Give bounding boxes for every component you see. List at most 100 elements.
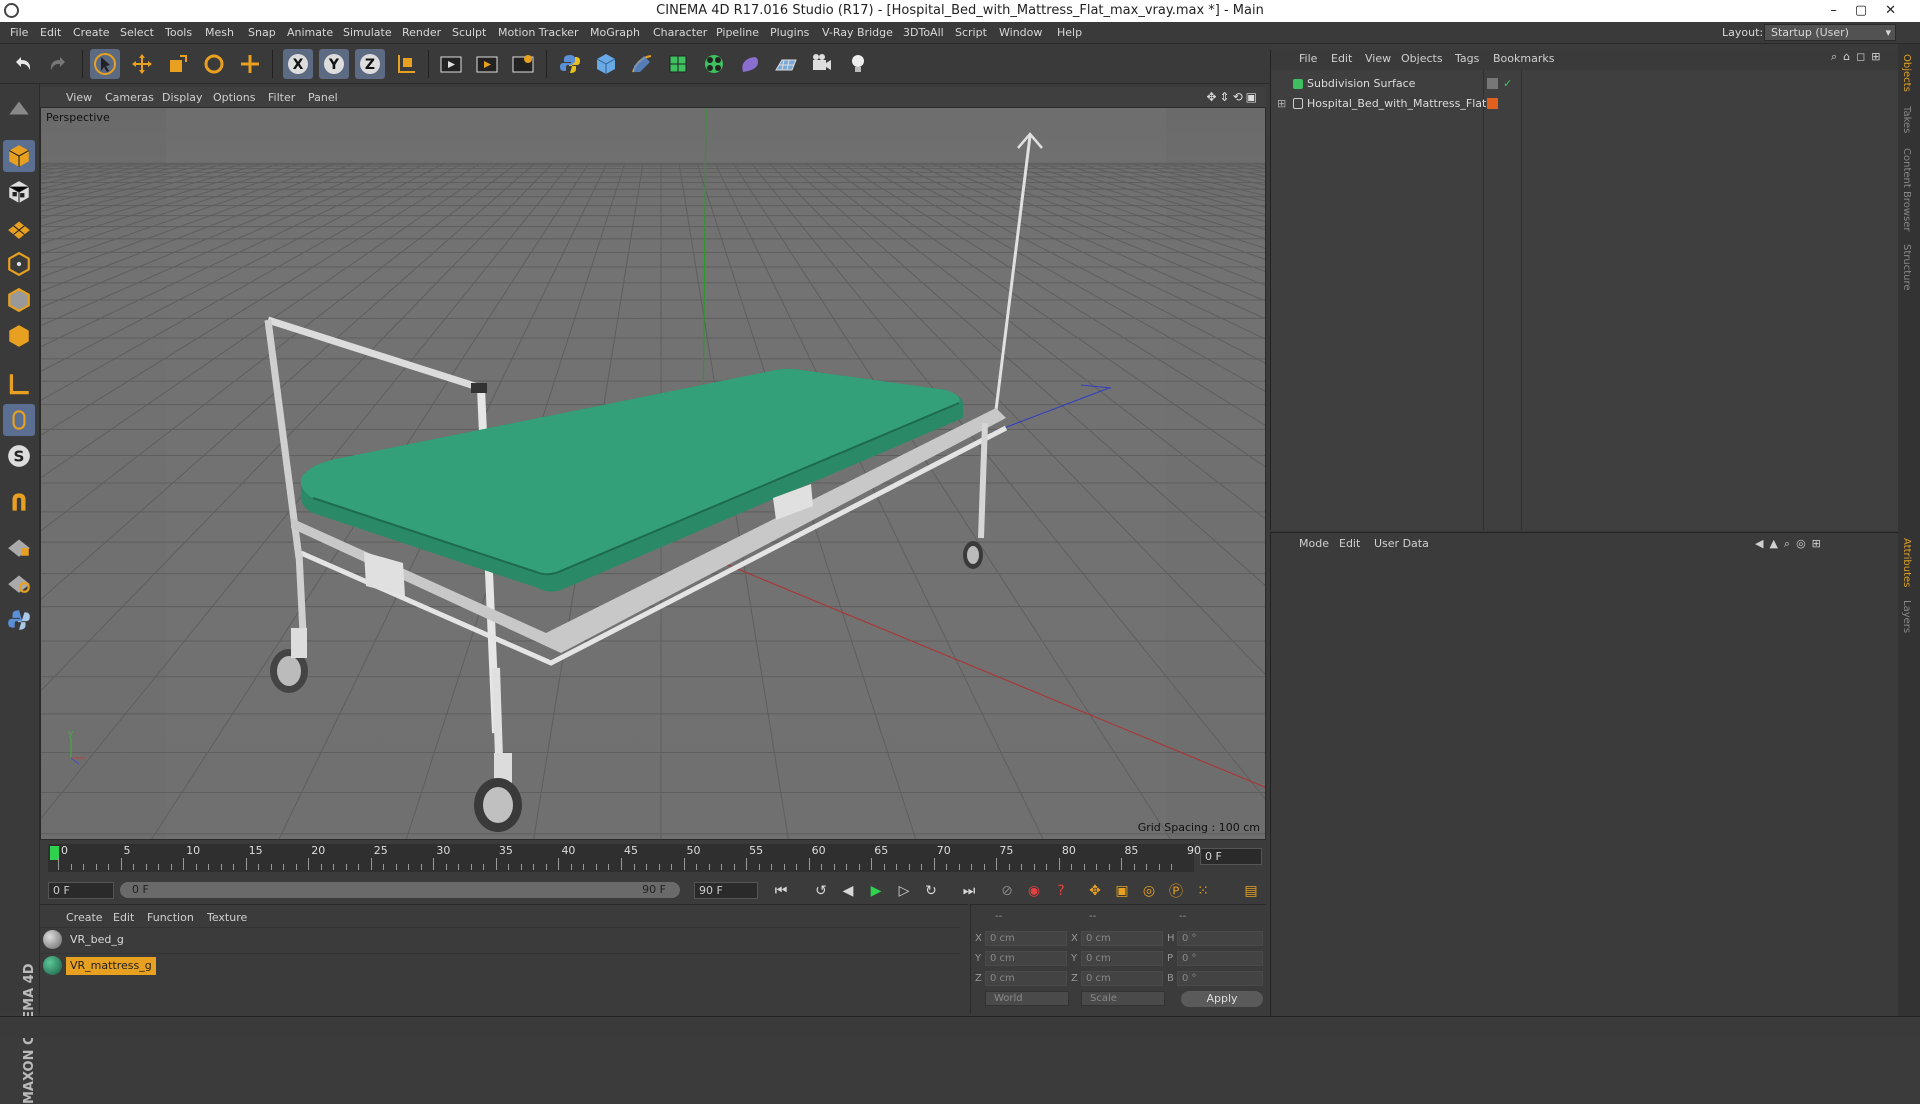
- move-icon[interactable]: [127, 49, 157, 79]
- material-menu-texture[interactable]: Texture: [207, 911, 247, 924]
- points-mode-icon[interactable]: [3, 248, 35, 280]
- y-axis-icon[interactable]: Y: [319, 49, 349, 79]
- menu-simulate[interactable]: Simulate: [343, 26, 392, 39]
- render-view-icon[interactable]: [436, 49, 466, 79]
- autokeying-icon[interactable]: ◉: [1023, 880, 1045, 902]
- material-menu-function[interactable]: Function: [147, 911, 194, 924]
- material-menu-edit[interactable]: Edit: [113, 911, 134, 924]
- object-name[interactable]: Subdivision Surface: [1307, 77, 1415, 90]
- objects-menu-objects[interactable]: Objects: [1401, 52, 1443, 65]
- edit-render-settings-icon[interactable]: [508, 49, 538, 79]
- menu-create[interactable]: Create: [73, 26, 110, 39]
- workplane-mode-icon[interactable]: [3, 212, 35, 244]
- deformer-icon[interactable]: [735, 49, 765, 79]
- rotation-h-field[interactable]: 0 °: [1177, 931, 1263, 946]
- menu-file[interactable]: File: [10, 26, 28, 39]
- object-tree[interactable]: Subdivision Surface ✓ ⊞ Hospital_Bed_wit…: [1271, 70, 1899, 530]
- tweak-mode-icon[interactable]: [3, 404, 35, 436]
- tab-content-browser[interactable]: Content Browser: [1901, 148, 1912, 231]
- menu-mograph[interactable]: MoGraph: [590, 26, 640, 39]
- size-y-field[interactable]: 0 cm: [1081, 951, 1163, 966]
- viewport-menu-cameras[interactable]: Cameras: [105, 91, 154, 104]
- objects-menu-bookmarks[interactable]: Bookmarks: [1493, 52, 1554, 65]
- cloner-icon[interactable]: [699, 49, 729, 79]
- enabled-check-icon[interactable]: ✓: [1503, 77, 1512, 90]
- keyframe-selection-icon[interactable]: ?: [1050, 880, 1072, 902]
- record-active-objects-icon[interactable]: ⊘: [996, 880, 1018, 902]
- current-frame-field[interactable]: 0 F: [1200, 848, 1262, 865]
- material-row[interactable]: VR_bed_g: [40, 927, 960, 951]
- select-cursor-icon[interactable]: [90, 49, 120, 79]
- material-menu-create[interactable]: Create: [66, 911, 103, 924]
- go-to-start-icon[interactable]: ⏮: [770, 880, 792, 902]
- lock-workplane-icon[interactable]: [3, 530, 35, 562]
- redo-icon[interactable]: [43, 49, 73, 79]
- next-frame-icon[interactable]: ▷: [893, 880, 915, 902]
- material-name[interactable]: VR_bed_g: [66, 931, 128, 949]
- menu-character[interactable]: Character: [653, 26, 707, 39]
- layout-select[interactable]: Startup (User): [1764, 24, 1896, 41]
- menu-mesh[interactable]: Mesh: [205, 26, 234, 39]
- menu-plugins[interactable]: Plugins: [770, 26, 809, 39]
- position-y-field[interactable]: 0 cm: [985, 951, 1067, 966]
- material-row-selected[interactable]: VR_mattress_g: [40, 953, 960, 977]
- magnet-icon[interactable]: [3, 486, 35, 518]
- objects-menu-edit[interactable]: Edit: [1331, 52, 1352, 65]
- key-parameter-icon[interactable]: Ⓟ: [1165, 880, 1187, 902]
- attributes-menu-edit[interactable]: Edit: [1339, 537, 1360, 550]
- object-row-subdivision[interactable]: Subdivision Surface ✓: [1271, 74, 1899, 94]
- rotation-p-field[interactable]: 0 °: [1177, 951, 1263, 966]
- tab-takes[interactable]: Takes: [1901, 106, 1912, 133]
- next-keyframe-icon[interactable]: ↻: [920, 880, 942, 902]
- object-row-hospital-bed[interactable]: ⊞ Hospital_Bed_with_Mattress_Flat: [1271, 94, 1899, 114]
- undo-icon[interactable]: [8, 49, 38, 79]
- key-rotation-icon[interactable]: ◎: [1138, 880, 1160, 902]
- rotation-b-field[interactable]: 0 °: [1177, 971, 1263, 986]
- menu-animate[interactable]: Animate: [287, 26, 333, 39]
- play-icon[interactable]: ▶: [865, 880, 887, 902]
- light-icon[interactable]: [843, 49, 873, 79]
- position-z-field[interactable]: 0 cm: [985, 971, 1067, 986]
- coordinate-mode-select[interactable]: World: [985, 991, 1069, 1006]
- coordinate-system-icon[interactable]: [391, 49, 421, 79]
- size-x-field[interactable]: 0 cm: [1081, 931, 1163, 946]
- menu-sculpt[interactable]: Sculpt: [452, 26, 486, 39]
- viewport-menu-options[interactable]: Options: [213, 91, 255, 104]
- perspective-viewport[interactable]: y Perspective Grid Spacing : 100 cm: [40, 107, 1266, 840]
- tab-structure[interactable]: Structure: [1901, 244, 1912, 291]
- expand-icon[interactable]: ⊞: [1277, 97, 1286, 110]
- position-x-field[interactable]: 0 cm: [985, 931, 1067, 946]
- objects-header-icons[interactable]: ⌕⌂◻⊞: [1831, 50, 1887, 64]
- snapping-icon[interactable]: S: [3, 440, 35, 472]
- z-axis-icon[interactable]: Z: [355, 49, 385, 79]
- menu-edit[interactable]: Edit: [40, 26, 61, 39]
- cube-icon[interactable]: [591, 49, 621, 79]
- camera-icon[interactable]: [807, 49, 837, 79]
- frame-range-slider[interactable]: 0 F 90 F: [120, 882, 680, 898]
- menu-snap[interactable]: Snap: [248, 26, 276, 39]
- planar-workplane-icon[interactable]: [3, 566, 35, 598]
- go-to-end-icon[interactable]: ⏭: [958, 880, 980, 902]
- viewport-menu-display[interactable]: Display: [162, 91, 203, 104]
- polygons-mode-icon[interactable]: [3, 320, 35, 352]
- live-select-icon[interactable]: [235, 49, 265, 79]
- menu-window[interactable]: Window: [999, 26, 1042, 39]
- rotate-icon[interactable]: [199, 49, 229, 79]
- coordinate-scale-select[interactable]: Scale: [1081, 991, 1165, 1006]
- enable-axis-icon[interactable]: [3, 368, 35, 400]
- menu-tools[interactable]: Tools: [165, 26, 192, 39]
- edges-mode-icon[interactable]: [3, 284, 35, 316]
- subdivision-icon[interactable]: [663, 49, 693, 79]
- material-preview-ball[interactable]: [43, 930, 62, 949]
- viewport-menu-filter[interactable]: Filter: [268, 91, 295, 104]
- size-z-field[interactable]: 0 cm: [1081, 971, 1163, 986]
- menu-script[interactable]: Script: [955, 26, 987, 39]
- key-pla-icon[interactable]: ⁙: [1192, 880, 1214, 902]
- previous-keyframe-icon[interactable]: ↺: [810, 880, 832, 902]
- menu-motion-tracker[interactable]: Motion Tracker: [498, 26, 578, 39]
- make-editable-icon[interactable]: [3, 92, 35, 124]
- attributes-header-icons[interactable]: ◀▲⌕◎⊞: [1755, 537, 1827, 551]
- python-script-icon[interactable]: [3, 604, 35, 636]
- timeline-ruler[interactable]: 0 5 10 15 20 25 30 35 40 45 50 55 60 65 70 75 80 85 90: [48, 844, 1201, 872]
- viewport-menu-panel[interactable]: Panel: [308, 91, 338, 104]
